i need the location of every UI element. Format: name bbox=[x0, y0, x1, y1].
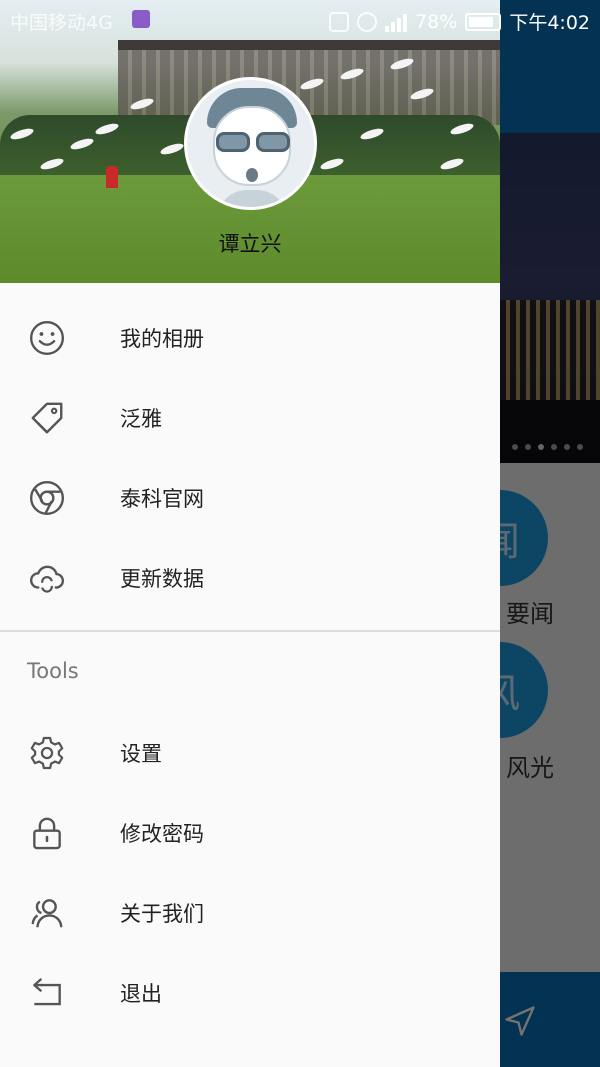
menu-label: 退出 bbox=[120, 982, 162, 1006]
menu-label: 泛雅 bbox=[120, 407, 162, 431]
drawer-header: 谭立兴 bbox=[0, 0, 500, 283]
lock-icon bbox=[33, 817, 61, 850]
carrier-label: 中国移动4G bbox=[10, 12, 113, 34]
status-bar: 中国移动4G 78% 下午4:02 bbox=[0, 0, 600, 40]
menu-item-album[interactable]: 我的相册 bbox=[0, 298, 500, 378]
cloud-sync-icon bbox=[30, 565, 65, 593]
menu-item-website[interactable]: 泰科官网 bbox=[0, 458, 500, 538]
menu-label: 设置 bbox=[120, 742, 162, 766]
avatar[interactable] bbox=[184, 77, 317, 210]
menu-item-about-us[interactable]: 关于我们 bbox=[0, 873, 500, 953]
menu-label: 我的相册 bbox=[120, 327, 204, 351]
alarm-icon bbox=[357, 11, 378, 32]
clock: 下午4:02 bbox=[509, 12, 590, 34]
menu-item-settings[interactable]: 设置 bbox=[0, 713, 500, 793]
navigation-drawer: 谭立兴 我的相册 泛雅 泰科官网 更新数据 Tools 设置 修改密码 关于我们… bbox=[0, 0, 500, 1067]
gear-icon bbox=[30, 736, 64, 770]
vibrate-icon bbox=[329, 11, 350, 32]
people-icon bbox=[31, 899, 63, 928]
menu-item-logout[interactable]: 退出 bbox=[0, 953, 500, 1033]
tools-section-title: Tools bbox=[27, 659, 79, 683]
menu-label: 泰科官网 bbox=[120, 487, 204, 511]
tag-icon bbox=[31, 402, 63, 434]
menu-label: 修改密码 bbox=[120, 822, 204, 846]
header-pavilion-roof bbox=[118, 40, 500, 50]
signal-icon bbox=[385, 12, 408, 32]
menu-label: 关于我们 bbox=[120, 902, 204, 926]
user-name: 谭立兴 bbox=[218, 232, 282, 256]
menu-divider bbox=[0, 630, 500, 632]
status-right: 78% 下午4:02 bbox=[329, 8, 590, 35]
menu-label: 更新数据 bbox=[120, 567, 204, 591]
header-hydrant bbox=[106, 166, 118, 188]
battery-icon bbox=[465, 12, 502, 31]
menu-item-fanya[interactable]: 泛雅 bbox=[0, 378, 500, 458]
smiley-icon bbox=[29, 320, 65, 356]
exit-icon bbox=[33, 978, 61, 1006]
menu-item-update-data[interactable]: 更新数据 bbox=[0, 538, 500, 618]
menu-item-change-password[interactable]: 修改密码 bbox=[0, 793, 500, 873]
chrome-icon bbox=[29, 480, 65, 516]
gallery-icon bbox=[132, 10, 150, 28]
battery-percent: 78% bbox=[415, 10, 458, 33]
